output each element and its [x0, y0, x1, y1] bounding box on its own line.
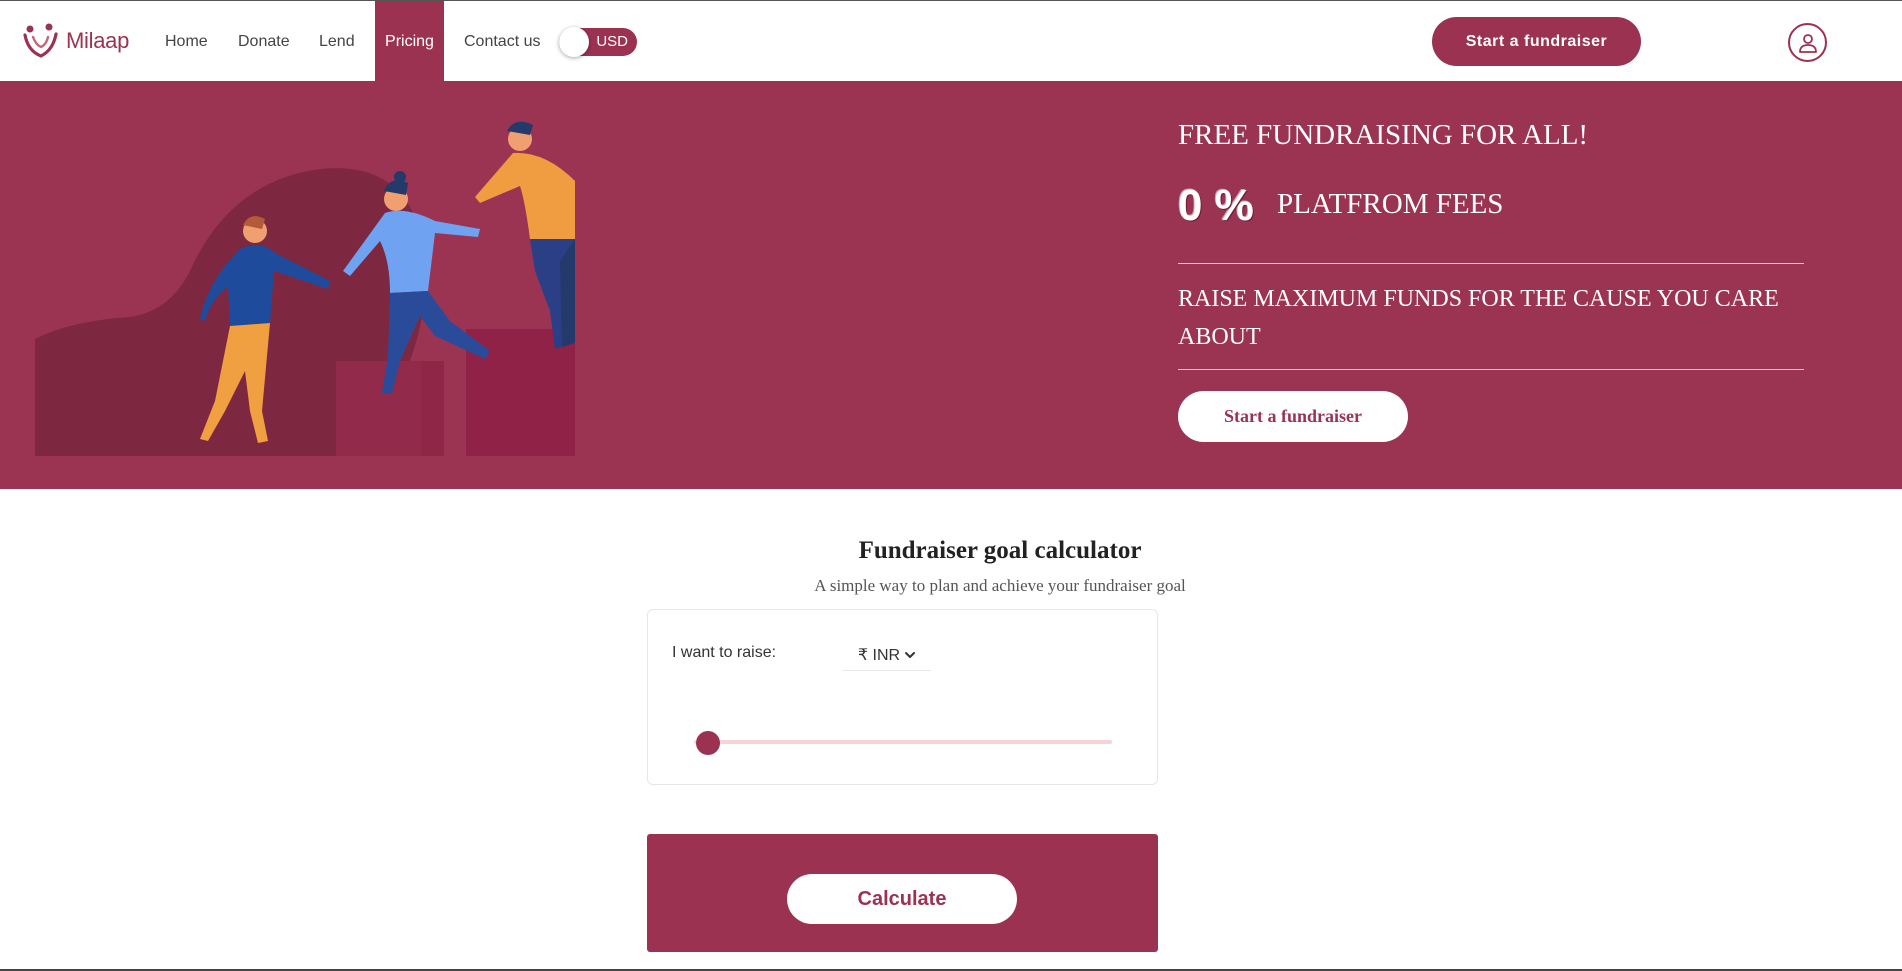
- calculator-subtitle: A simple way to plan and achieve your fu…: [0, 576, 1902, 596]
- start-fundraiser-nav-button[interactable]: Start a fundraiser: [1432, 17, 1641, 66]
- goal-calculator-card: I want to raise: ₹ INR: [647, 609, 1158, 785]
- currency-toggle-label: USD: [596, 33, 628, 50]
- milaap-logo[interactable]: Milaap: [22, 21, 129, 61]
- hero-tagline: RAISE MAXIMUM FUNDS FOR THE CAUSE YOU CA…: [1178, 286, 1779, 350]
- calculator-title: Fundraiser goal calculator: [0, 537, 1902, 565]
- nav-link-contact-us[interactable]: Contact us: [454, 1, 550, 82]
- hero-divider-top: [1178, 263, 1804, 264]
- chevron-down-icon: [905, 652, 916, 658]
- currency-select-value: ₹ INR: [857, 647, 901, 664]
- nav-link-pricing[interactable]: Pricing: [375, 1, 444, 82]
- nav-link-lend[interactable]: Lend: [309, 1, 365, 82]
- hero-headline: FREE FUNDRAISING FOR ALL!: [1178, 119, 1589, 151]
- calculator-title-text: Fundraiser goal calculator: [858, 537, 1142, 564]
- nav-link-home[interactable]: Home: [155, 1, 218, 82]
- toggle-knob: [559, 27, 589, 57]
- currency-toggle[interactable]: USD: [559, 27, 637, 57]
- calculate-button[interactable]: Calculate: [787, 874, 1017, 924]
- hero-divider-bottom: [1178, 369, 1804, 370]
- user-icon: [1798, 33, 1817, 53]
- top-navbar: Milaap Home Donate Lend Pricing Contact …: [0, 0, 1902, 82]
- hero-banner: FREE FUNDRAISING FOR ALL! 0 % PLATFROM F…: [0, 81, 1902, 489]
- start-fundraiser-hero-button[interactable]: Start a fundraiser: [1178, 391, 1408, 442]
- raise-label: I want to raise:: [672, 644, 777, 661]
- nav-link-donate[interactable]: Donate: [228, 1, 300, 82]
- currency-select[interactable]: ₹ INR: [843, 640, 931, 671]
- calculate-panel: Calculate: [647, 834, 1158, 952]
- fee-value: 0 %: [1178, 181, 1254, 230]
- goal-slider-track[interactable]: [694, 740, 1112, 744]
- goal-slider-thumb[interactable]: [696, 731, 720, 755]
- user-account-button[interactable]: [1788, 23, 1827, 62]
- people-climbing-illustration: [35, 121, 575, 456]
- brand-name: Milaap: [66, 28, 130, 53]
- milaap-logo-icon: [23, 23, 58, 58]
- fee-label: PLATFROM FEES: [1277, 188, 1504, 220]
- calculator-subtitle-text: A simple way to plan and achieve your fu…: [814, 576, 1186, 595]
